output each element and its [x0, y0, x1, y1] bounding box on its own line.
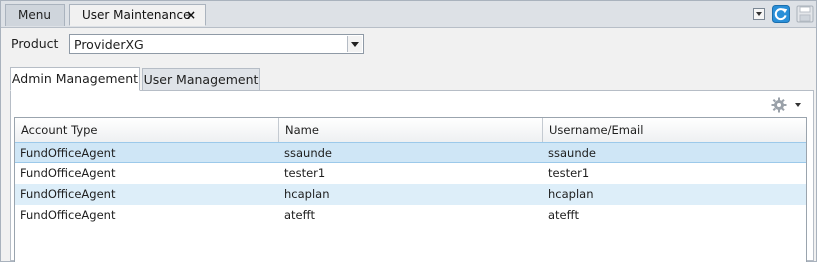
- gear-icon: [771, 97, 787, 113]
- cell-name: ssaunde: [284, 146, 332, 160]
- cell-account-type: FundOfficeAgent: [20, 146, 116, 160]
- cell-account-type: FundOfficeAgent: [20, 166, 116, 180]
- window-frame: Menu User Maintenance × Product Provider…: [0, 0, 817, 262]
- refresh-icon[interactable]: [772, 5, 790, 23]
- chevron-down-icon: [795, 103, 801, 107]
- tab-menu[interactable]: Menu: [5, 4, 65, 26]
- cell-account-type: FundOfficeAgent: [20, 208, 116, 222]
- column-header-username-email[interactable]: Username/Email: [543, 118, 806, 142]
- accounts-grid: Account Type Name Username/Email FundOff…: [14, 117, 807, 262]
- tab-user-management-label: User Management: [143, 72, 259, 87]
- table-row[interactable]: FundOfficeAgent ssaunde ssaunde: [15, 142, 806, 163]
- tab-admin-management[interactable]: Admin Management: [10, 67, 140, 91]
- grid-header: Account Type Name Username/Email: [15, 118, 806, 143]
- document-tab-strip: Menu User Maintenance ×: [1, 1, 816, 28]
- cell-account-type: FundOfficeAgent: [20, 187, 116, 201]
- save-disk-icon[interactable]: [796, 5, 814, 23]
- table-row[interactable]: FundOfficeAgent atefft atefft: [15, 205, 806, 226]
- admin-management-panel: Account Type Name Username/Email FundOff…: [10, 90, 814, 262]
- cell-username-email: tester1: [548, 166, 590, 180]
- cell-name: tester1: [284, 166, 326, 180]
- cell-name: hcaplan: [284, 187, 330, 201]
- tab-menu-label: Menu: [18, 8, 51, 22]
- column-header-name[interactable]: Name: [279, 118, 543, 142]
- cell-username-email: ssaunde: [548, 146, 596, 160]
- cell-username-email: hcaplan: [548, 187, 594, 201]
- tab-user-maintenance[interactable]: User Maintenance ×: [69, 4, 206, 26]
- product-label: Product: [11, 36, 59, 51]
- table-row[interactable]: FundOfficeAgent tester1 tester1: [15, 163, 806, 184]
- close-icon[interactable]: ×: [186, 5, 196, 26]
- content-area: Product ProviderXG Admin Management User…: [1, 28, 816, 262]
- grid-settings-button[interactable]: [771, 97, 801, 113]
- column-header-account-type[interactable]: Account Type: [15, 118, 279, 142]
- dropdown-arrow-icon[interactable]: [753, 8, 765, 20]
- tab-admin-management-label: Admin Management: [11, 71, 139, 86]
- chevron-down-icon[interactable]: [347, 36, 362, 52]
- cell-name: atefft: [284, 208, 316, 222]
- product-selected-value: ProviderXG: [74, 37, 144, 52]
- product-select[interactable]: ProviderXG: [69, 34, 364, 54]
- table-row[interactable]: FundOfficeAgent hcaplan hcaplan: [15, 184, 806, 205]
- cell-username-email: atefft: [548, 208, 580, 222]
- tab-user-maintenance-label: User Maintenance: [82, 8, 191, 22]
- tab-user-management[interactable]: User Management: [142, 68, 260, 90]
